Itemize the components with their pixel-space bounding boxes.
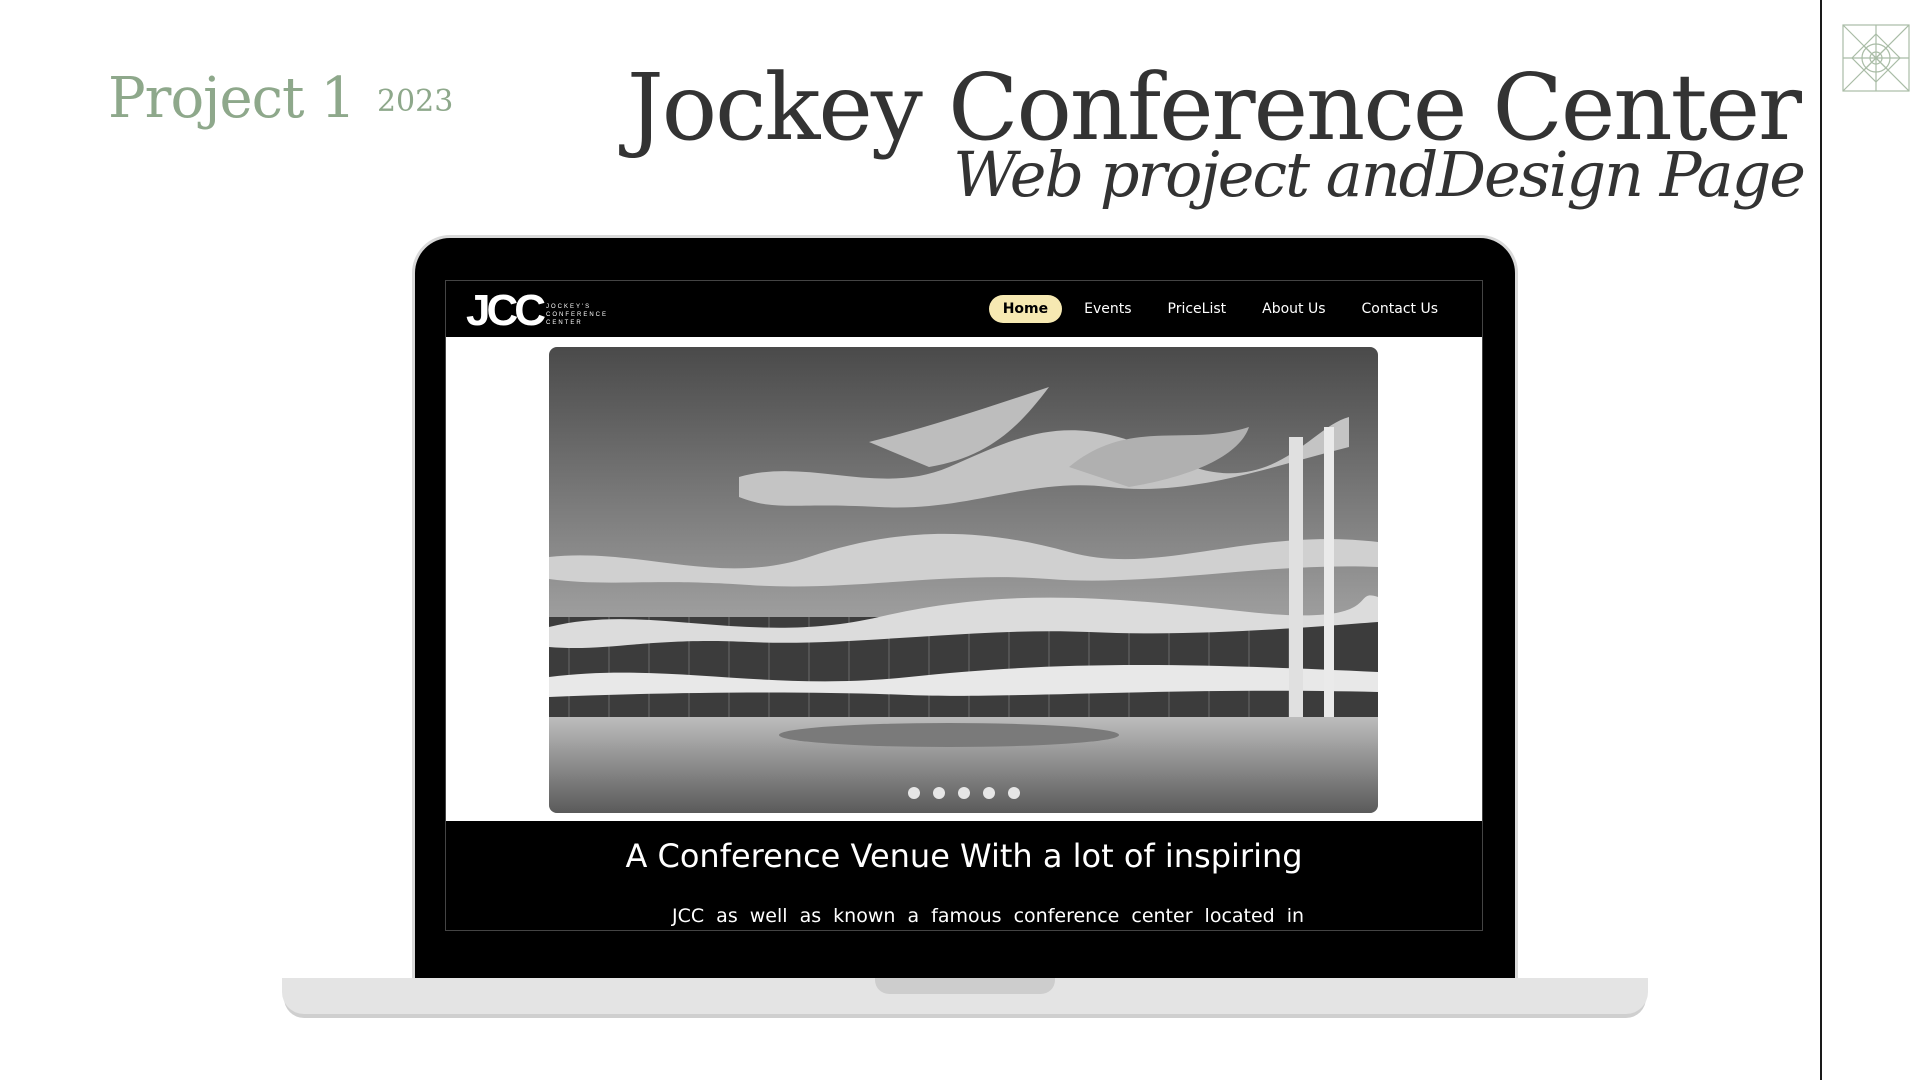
laptop-notch — [875, 978, 1055, 994]
laptop-screen: JCC JOCKEY'S CONFERENCE CENTER Home Even… — [445, 280, 1483, 931]
slider-dot[interactable] — [982, 787, 995, 799]
project-number: Project 1 — [108, 66, 356, 131]
nav-item-pricelist[interactable]: PriceList — [1154, 295, 1241, 323]
intro-headline: A Conference Venue With a lot of inspiri… — [625, 837, 1303, 875]
site-navbar: JCC JOCKEY'S CONFERENCE CENTER Home Even… — [446, 281, 1482, 337]
nav-item-home[interactable]: Home — [988, 295, 1063, 323]
slider-dot[interactable] — [932, 787, 945, 799]
slider-dot[interactable] — [1007, 787, 1020, 799]
project-label: Project 1 2023 — [108, 66, 453, 131]
slider-dot[interactable] — [957, 787, 970, 799]
nav-item-about-us[interactable]: About Us — [1248, 295, 1339, 323]
site-logo[interactable]: JCC — [466, 289, 546, 333]
hero-image — [549, 347, 1378, 813]
intro-section: A Conference Venue With a lot of inspiri… — [446, 821, 1482, 930]
site-menu: Home Events PriceList About Us Contact U… — [988, 295, 1452, 323]
slider-dot[interactable] — [907, 787, 920, 799]
site-logo-subtext: JOCKEY'S CONFERENCE CENTER — [546, 304, 609, 326]
geometric-ornament-icon — [1842, 24, 1910, 92]
intro-body-text: JCC as well as known a famous conference… — [672, 905, 1305, 927]
project-year: 2023 — [376, 84, 454, 119]
nav-item-events[interactable]: Events — [1070, 295, 1145, 323]
page-subtitle: Web project andDesign Page — [953, 138, 1806, 211]
slider-dots — [549, 787, 1378, 799]
nav-item-contact-us[interactable]: Contact Us — [1348, 295, 1452, 323]
vertical-divider — [1820, 0, 1822, 1080]
hero-slider[interactable] — [549, 347, 1378, 813]
